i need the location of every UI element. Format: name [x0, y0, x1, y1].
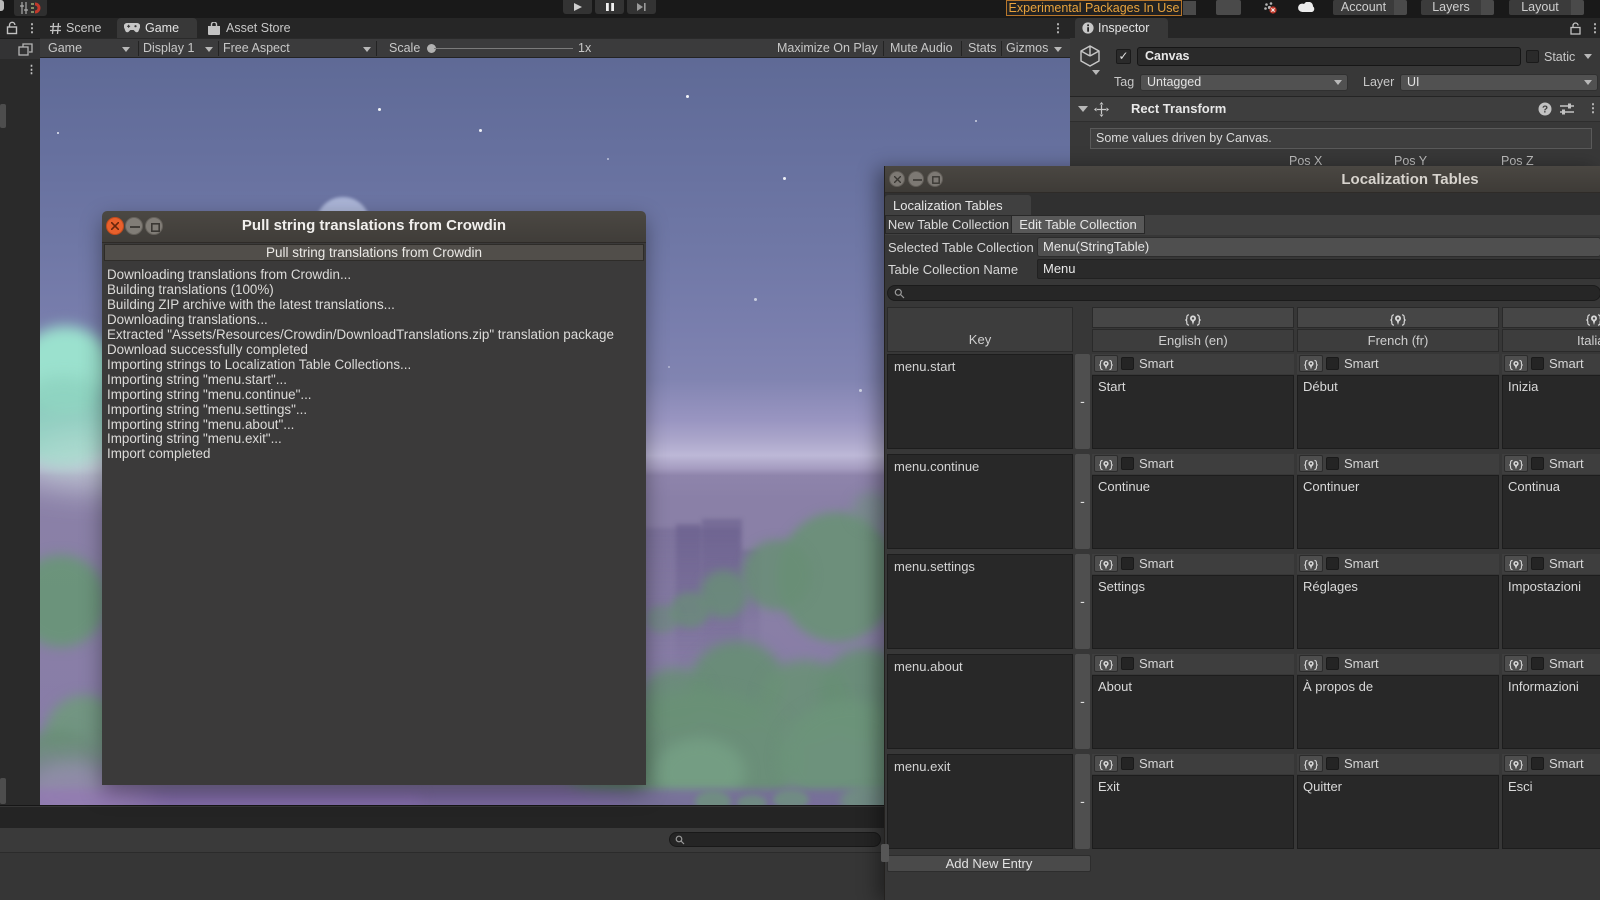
svg-text:?: ? — [1542, 105, 1548, 116]
